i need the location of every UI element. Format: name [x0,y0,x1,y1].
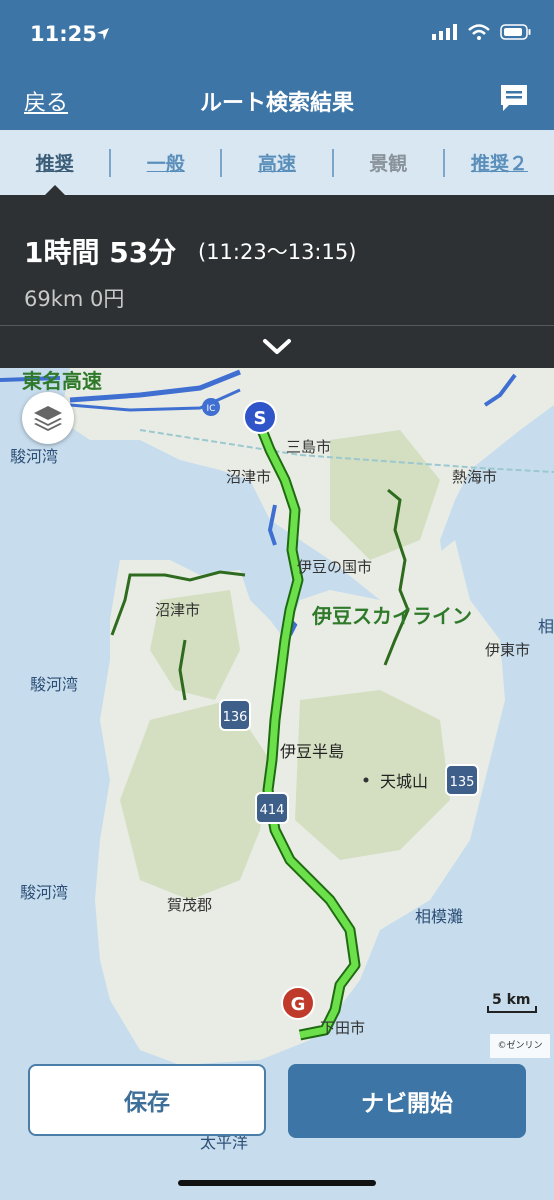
bay-label: 駿河湾 [20,883,68,902]
status-time: 11:25 [30,22,97,46]
route-summary: 1時間 53分 (11:23〜13:15) 69km 0円 [0,195,554,325]
status-icons [432,24,532,40]
city-label: 下田市 [320,1019,365,1037]
route-shield-label: 135 [450,775,475,790]
signal-icon [432,24,457,40]
tab-label: 推奨２ [470,153,528,175]
map-copyright: ©ゼンリン [490,1034,550,1058]
message-icon[interactable] [498,82,530,114]
bay-label: 駿河湾 [30,675,78,694]
expand-summary-button[interactable] [0,325,554,369]
sea-label: 相 [538,617,554,636]
tab-general[interactable]: 一般 [111,130,220,195]
home-indicator[interactable] [178,1180,376,1186]
mountain-point [363,777,369,783]
wifi-icon [468,24,490,40]
route-shield-label: 414 [260,803,285,818]
tab-label: 景観 [369,153,408,175]
sea-label: 相模灘 [415,907,463,926]
tab-highway[interactable]: 高速 [222,130,331,195]
skyline-label: 伊豆スカイライン [311,604,472,628]
route-duration: 1時間 53分 [24,236,177,269]
mountain-label: 天城山 [380,772,428,791]
city-label: 沼津市 [226,468,271,486]
tab-scenic: 景観 [334,130,443,195]
bay-label: 駿河湾 [10,447,58,466]
city-label: 熱海市 [452,468,497,486]
location-arrow-icon [97,28,109,40]
tab-label: 一般 [146,153,185,175]
chevron-down-icon [263,339,291,354]
tab-recommended[interactable]: 推奨 [0,130,109,196]
map-scale: 5 km [484,990,540,1018]
city-label: 伊東市 [485,641,530,659]
tab-label: 高速 [258,153,297,175]
status-bar: 11:25 [0,0,554,70]
city-label: 沼津市 [155,601,200,619]
tab-label: 推奨 [35,153,74,175]
route-distance-cost: 69km 0円 [24,287,125,311]
peninsula-label: 伊豆半島 [280,742,344,761]
start-marker-label: S [254,408,267,429]
scale-bar [487,1006,537,1013]
battery-icon [500,24,531,40]
tab-recommended-2[interactable]: 推奨２ [445,130,554,195]
map-layers-button[interactable] [22,392,74,444]
page-title: ルート検索結果 [199,91,354,116]
route-shield-label: 136 [223,710,248,725]
ic-badge-label: IC [207,404,216,414]
nav-bar: 戻る ルート検索結果 [0,70,554,130]
city-label: 賀茂郡 [167,896,212,914]
city-label: 伊豆の国市 [297,558,372,576]
route-time-range: (11:23〜13:15) [198,240,357,264]
goal-marker-label: G [291,994,306,1015]
save-button[interactable]: 保存 [28,1064,266,1136]
expressway-label: 東名高速 [22,369,102,393]
layers-icon [34,406,62,431]
city-label: 三島市 [286,438,331,456]
start-navigation-button[interactable]: ナビ開始 [288,1064,526,1138]
route-type-tabs: 推奨 一般 高速 景観 推奨２ [0,130,554,196]
